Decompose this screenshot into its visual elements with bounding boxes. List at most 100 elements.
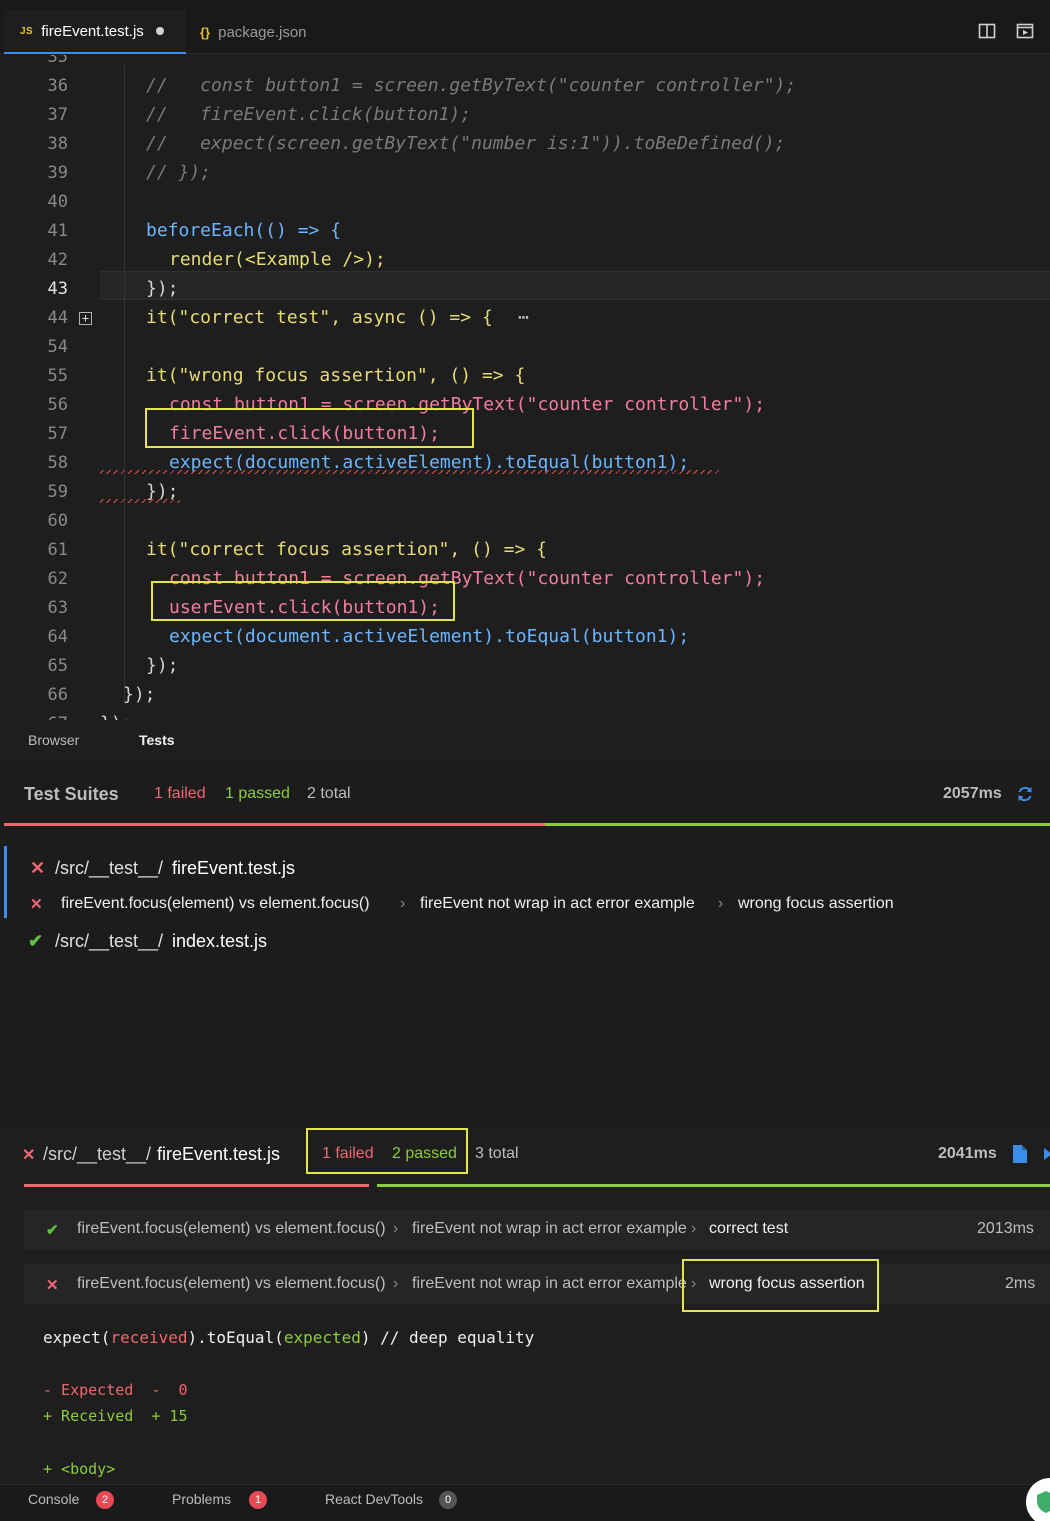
open-file-icon[interactable]	[1012, 1144, 1028, 1164]
line-number: 38	[47, 134, 68, 154]
code-line: 64 expect(document.activeElement).toEqua…	[0, 623, 1050, 652]
expand-fold-icon[interactable]: +	[79, 312, 92, 325]
highlight-box-fireevent-click	[145, 408, 474, 448]
status-bar: Console 2 Problems 1 React DevTools 0	[0, 1484, 1050, 1521]
highlight-box-userevent-click	[151, 581, 455, 621]
line-number: 40	[47, 192, 68, 212]
line-number: 42	[47, 250, 68, 270]
fail-x-icon: ✕	[46, 1277, 59, 1294]
line-number: 61	[47, 540, 68, 560]
breadcrumb-describe: fireEvent not wrap in act error example	[420, 895, 695, 912]
line-number: 62	[47, 569, 68, 589]
code-text: it("correct focus assertion", () => {	[146, 539, 547, 560]
code-line: 55 it("wrong focus assertion", () => {	[0, 362, 1050, 391]
console-tab[interactable]: Console	[28, 1491, 79, 1507]
play-icon[interactable]	[1044, 1146, 1050, 1162]
detail-passed-count: 2 passed	[392, 1145, 457, 1162]
pass-check-icon: ✔	[46, 1222, 59, 1239]
chevron-right-icon: ›	[691, 1220, 697, 1237]
unsaved-dot-icon[interactable]	[155, 27, 164, 35]
test-duration: 2ms	[1005, 1275, 1036, 1292]
tab-browser[interactable]: Browser	[28, 732, 79, 748]
split-editor-icon[interactable]	[978, 22, 996, 40]
shield-glyph-icon	[1037, 1491, 1050, 1513]
code-line: 38 // expect(screen.getByText("number is…	[0, 130, 1050, 159]
test-suites-panel: Test Suites 1 failed 1 passed 2 total 20…	[0, 762, 1050, 1122]
code-line: 37 // fireEvent.click(button1);	[0, 101, 1050, 130]
code-text: });	[100, 713, 133, 720]
tab-package-json[interactable]: {} package.json	[188, 10, 348, 54]
code-editor[interactable]: 35 36 // const button1 = screen.getByTex…	[0, 55, 1050, 720]
problems-tab[interactable]: Problems	[172, 1491, 231, 1507]
line-number: 54	[47, 337, 68, 357]
line-number: 64	[47, 627, 68, 647]
diff-expected-summary: - Expected - 0	[43, 1381, 188, 1399]
suites-passed-count: 1 passed	[225, 785, 290, 802]
code-text: render(<Example />);	[169, 249, 386, 270]
line-number: 36	[47, 76, 68, 96]
suite-file-name: index.test.js	[172, 931, 268, 951]
code-line: 61 it("correct focus assertion", () => {	[0, 536, 1050, 565]
open-preview-icon[interactable]	[1016, 22, 1034, 40]
breadcrumb-test: correct test	[709, 1220, 789, 1237]
fail-x-icon: ✕	[22, 1147, 36, 1164]
detail-total-count: 3 total	[475, 1145, 519, 1162]
rerun-icon[interactable]	[1016, 785, 1034, 803]
breadcrumb-describe: fireEvent.focus(element) vs element.focu…	[77, 1220, 386, 1237]
code-line: 66 });	[0, 681, 1050, 710]
test-row-correct-test[interactable]: ✔ fireEvent.focus(element) vs element.fo…	[24, 1209, 1050, 1249]
editor-tab-bar: JS fireEvent.test.js {} package.json	[0, 0, 1050, 54]
highlight-box-wrong-focus-assertion	[682, 1259, 879, 1312]
assertion-line: expect(received).toEqual(expected) // de…	[43, 1328, 534, 1347]
suite-file-path: /src/__test__/	[55, 858, 164, 878]
chevron-right-icon: ›	[718, 895, 724, 912]
tab-tests[interactable]: Tests	[139, 732, 175, 748]
react-devtools-badge: 0	[439, 1491, 457, 1509]
problems-badge: 1	[249, 1491, 267, 1509]
code-text: // expect(screen.getByText("number is:1"…	[146, 133, 786, 154]
javascript-file-icon: JS	[20, 25, 34, 37]
console-error-badge: 2	[96, 1491, 114, 1509]
line-number: 65	[47, 656, 68, 676]
test-row-wrong-focus-assertion[interactable]: ✕ fireEvent.focus(element) vs element.fo…	[24, 1264, 1050, 1304]
react-devtools-tab[interactable]: React DevTools	[325, 1491, 423, 1507]
code-text: // fireEvent.click(button1);	[146, 104, 472, 125]
line-number: 60	[47, 511, 68, 531]
received-label: received	[110, 1328, 188, 1347]
suites-passed-bar	[545, 823, 1050, 826]
suites-failed-bar	[4, 823, 545, 826]
pass-check-icon: ✔	[28, 931, 44, 951]
code-line: 40	[0, 188, 1050, 217]
code-line: 41 beforeEach(() => {	[0, 217, 1050, 246]
line-number: 44	[47, 308, 68, 328]
error-squiggle	[100, 470, 720, 474]
test-file-detail: ✕ /src/__test__/ fireEvent.test.js 1 fai…	[0, 1122, 1050, 1484]
folded-code-ellipsis[interactable]: ⋯	[518, 307, 529, 328]
code-text: });	[146, 278, 179, 299]
code-line: 44 + it("correct test", async () => { ⋯	[0, 304, 1050, 333]
test-suites-header: Test Suites 1 failed 1 passed 2 total 20…	[0, 762, 1050, 824]
fail-x-icon: ✕	[30, 858, 46, 878]
suites-duration: 2057ms	[943, 785, 1002, 802]
tab-fireevent-test[interactable]: JS fireEvent.test.js	[4, 10, 186, 54]
detail-failed-count: 1 failed	[322, 1145, 374, 1162]
code-text: // });	[146, 162, 212, 183]
code-line: 35	[0, 55, 1050, 72]
code-text: it("correct test", async () => {	[146, 307, 493, 328]
line-number: 35	[47, 55, 68, 67]
detail-passed-bar	[377, 1184, 1050, 1187]
suites-failed-count: 1 failed	[154, 785, 206, 802]
code-line: 43 });	[0, 275, 1050, 304]
diff-body-line: + <body>	[43, 1460, 116, 1478]
line-number: 37	[47, 105, 68, 125]
line-number: 43	[47, 279, 68, 299]
code-text: });	[123, 684, 156, 705]
breadcrumb-describe: fireEvent not wrap in act error example	[412, 1275, 687, 1292]
line-number: 57	[47, 424, 68, 444]
code-text: expect(document.activeElement).toEqual(b…	[169, 626, 690, 647]
line-number: 63	[47, 598, 68, 618]
breadcrumb-describe: fireEvent.focus(element) vs element.focu…	[61, 895, 370, 912]
code-text: expect(	[43, 1328, 111, 1347]
breadcrumb-describe: fireEvent not wrap in act error example	[412, 1220, 687, 1237]
suite-file-name: fireEvent.test.js	[172, 858, 296, 878]
